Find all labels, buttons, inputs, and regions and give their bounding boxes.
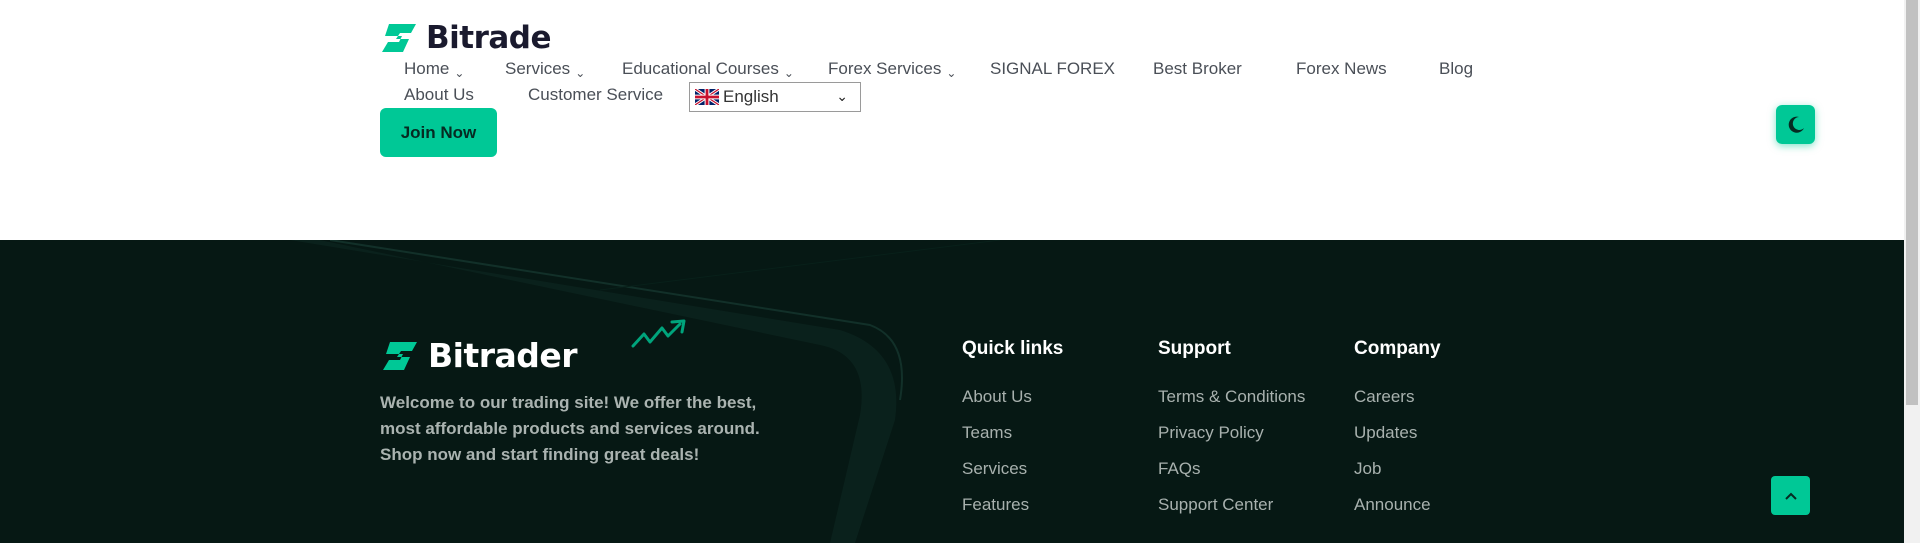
header-logo[interactable]: Bitrade (380, 20, 552, 56)
chevron-down-icon: ⌄ (836, 88, 848, 104)
nav-item-signal-forex[interactable]: SIGNAL FOREX (990, 59, 1115, 79)
nav-item-about-us[interactable]: About Us (404, 85, 474, 105)
footer-link-terms[interactable]: Terms & Conditions (1158, 387, 1305, 407)
nav-label: SIGNAL FOREX (990, 59, 1116, 78)
footer-link-faqs[interactable]: FAQs (1158, 459, 1201, 479)
trend-arrow-icon (631, 319, 686, 348)
chevron-down-icon: ⌄ (575, 66, 586, 80)
footer-logo[interactable]: Bitrader (380, 336, 578, 375)
column-title: Quick links (962, 338, 1064, 359)
language-label: English (723, 87, 779, 106)
join-now-button[interactable]: Join Now (380, 108, 497, 157)
footer-link-careers[interactable]: Careers (1354, 387, 1414, 407)
footer-link-services[interactable]: Services (962, 459, 1027, 479)
nav-item-educational-courses[interactable]: Educational Courses ⌄ (622, 59, 794, 80)
chevron-down-icon: ⌄ (946, 66, 957, 80)
nav-item-blog[interactable]: Blog (1439, 59, 1473, 79)
uk-flag-icon (695, 89, 719, 105)
nav-label: About Us (404, 85, 474, 104)
footer-col-support: Support Terms & Conditions Privacy Polic… (1158, 338, 1305, 514)
bitrade-logo-icon (382, 24, 416, 52)
chevron-down-icon: ⌄ (783, 66, 794, 80)
site-header: Bitrade Home ⌄ Services ⌄ Educational Cour… (0, 0, 1904, 240)
footer-brand-name: Bitrader (428, 336, 578, 375)
column-title: Support (1158, 338, 1231, 359)
nav-label: Services (505, 59, 571, 78)
footer-link-job[interactable]: Job (1354, 459, 1381, 479)
scrollbar-thumb[interactable] (1906, 0, 1918, 405)
footer-link-updates[interactable]: Updates (1354, 423, 1417, 443)
footer-description: Welcome to our trading site! We offer th… (380, 393, 760, 464)
nav-item-forex-news[interactable]: Forex News (1296, 59, 1387, 79)
footer-link-teams[interactable]: Teams (962, 423, 1012, 443)
nav-item-forex-services[interactable]: Forex Services ⌄ (828, 59, 957, 80)
nav-item-home[interactable]: Home ⌄ (404, 59, 465, 80)
theme-toggle-button[interactable] (1776, 105, 1815, 144)
page-scrollbar[interactable] (1904, 0, 1920, 543)
nav-label: Forex Services (828, 59, 942, 78)
footer-link-about-us[interactable]: About Us (962, 387, 1032, 407)
back-to-top-button[interactable] (1771, 476, 1810, 515)
nav-label: Home (404, 59, 450, 78)
nav-label: Forex News (1296, 59, 1387, 78)
language-select[interactable]: English ⌄ (689, 82, 861, 112)
nav-label: Blog (1439, 59, 1474, 78)
nav-item-customer-service[interactable]: Customer Service (528, 85, 663, 105)
chevron-up-icon (1784, 492, 1797, 500)
footer-link-announce[interactable]: Announce (1354, 495, 1431, 515)
bitrader-logo-icon (383, 341, 417, 370)
nav-label: Educational Courses (622, 59, 779, 78)
footer-link-support-center[interactable]: Support Center (1158, 495, 1273, 515)
chevron-down-icon: ⌄ (454, 66, 465, 80)
brand-name: Bitrade (426, 20, 552, 56)
column-title: Company (1354, 338, 1441, 359)
moon-icon (1788, 116, 1804, 133)
nav-item-services[interactable]: Services ⌄ (505, 59, 586, 80)
footer-col-quick-links: Quick links About Us Teams Services Feat… (962, 338, 1064, 514)
footer-col-company: Company Careers Updates Job Announce (1354, 338, 1441, 514)
nav-item-best-broker[interactable]: Best Broker (1153, 59, 1242, 79)
nav-label: Customer Service (528, 85, 664, 104)
site-footer: Bitrader Welcome to our trading site! We… (0, 240, 1904, 543)
footer-link-privacy-policy[interactable]: Privacy Policy (1158, 423, 1264, 443)
footer-link-features[interactable]: Features (962, 495, 1029, 515)
nav-label: Best Broker (1153, 59, 1242, 78)
